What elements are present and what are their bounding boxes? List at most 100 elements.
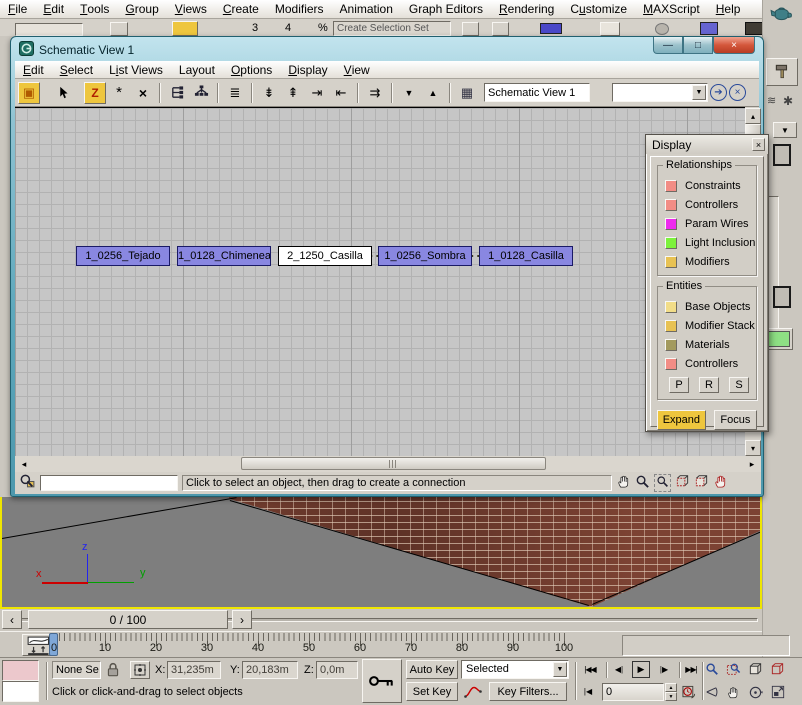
viewport[interactable]: z x y [0, 497, 762, 609]
window-title-bar[interactable]: Schematic View 1 [19, 40, 134, 59]
utilities-tab[interactable] [766, 58, 798, 86]
menu-item-group[interactable]: Group [117, 0, 166, 18]
scroll-up-icon[interactable]: ▴ [745, 108, 761, 124]
hierarchy-mode-button[interactable] [166, 82, 188, 104]
pan-zoom-icon[interactable] [713, 474, 728, 492]
curve-editor-button-stub[interactable] [600, 22, 620, 36]
horizontal-scroll-thumb[interactable] [241, 457, 546, 470]
default-tangent-button[interactable] [461, 682, 485, 701]
toolbar-dropdown-stub[interactable] [15, 23, 83, 36]
material-editor-stub[interactable] [700, 22, 718, 35]
menu-item-edit[interactable]: Edit [35, 0, 72, 18]
minimize-button[interactable]: — [653, 37, 683, 54]
menu-item-customize[interactable]: Customize [562, 0, 635, 18]
frame-spinner[interactable]: ▲ ▼ [665, 683, 677, 701]
maximize-viewport-toggle[interactable] [769, 683, 786, 701]
menu-item-create[interactable]: Create [215, 0, 267, 18]
maxscript-listener-white[interactable] [2, 681, 39, 702]
view-name-input[interactable] [484, 83, 590, 102]
key-filters-button[interactable]: Key Filters... [489, 682, 567, 701]
close-button[interactable]: × [713, 37, 755, 54]
time-slider-next-button[interactable]: › [232, 610, 252, 629]
chevron-down-icon[interactable]: ▼ [692, 85, 706, 100]
schematic-node-2-1250-casilla[interactable]: 2_1250_Casilla [278, 246, 372, 266]
menu-item-graph-editors[interactable]: Graph Editors [401, 0, 491, 18]
color-swatch-green[interactable] [768, 331, 790, 347]
menu-item-file[interactable]: File [0, 0, 35, 18]
angle-snap-icon[interactable]: 4 [285, 22, 291, 34]
scroll-left-icon[interactable]: ◂ [17, 458, 31, 470]
menu-item-views[interactable]: Views [167, 0, 215, 18]
arrange-children-button[interactable]: ⇟ [258, 82, 280, 104]
arc-rotate-button[interactable] [747, 683, 764, 701]
r-button[interactable]: R [699, 377, 719, 393]
horizontal-scrollbar[interactable]: ◂ ▸ [15, 456, 761, 472]
menu-item-animation[interactable]: Animation [332, 0, 401, 18]
menu-item-edit[interactable]: Edit [15, 61, 52, 78]
configure-icon[interactable]: ✱ [783, 94, 793, 108]
zoom-extents-button[interactable] [747, 660, 764, 678]
z-coord-field[interactable]: 0,0m [316, 661, 358, 679]
zoom-button[interactable] [703, 660, 720, 678]
menu-item-tools[interactable]: Tools [72, 0, 117, 18]
toggle-swatch-param-wires[interactable] [665, 218, 677, 230]
y-coord-field[interactable]: 20,183m [242, 661, 298, 679]
snap-toggle-icon[interactable]: 3 [252, 22, 258, 34]
zoom-extents-icon[interactable] [675, 474, 690, 492]
display-floater-button[interactable]: ▣ [18, 82, 40, 104]
toggle-swatch-controllers[interactable] [665, 358, 677, 370]
delete-bookmark-icon[interactable]: × [729, 84, 746, 101]
unlink-button[interactable]: * [108, 82, 130, 104]
absolute-mode-toggle[interactable] [130, 661, 150, 679]
toggle-swatch-base-objects[interactable] [665, 301, 677, 313]
s-button[interactable]: S [729, 377, 749, 393]
menu-item-help[interactable]: Help [708, 0, 749, 18]
display-floater[interactable]: Display × Relationships ConstraintsContr… [645, 134, 769, 432]
field-of-view-button[interactable] [703, 683, 720, 701]
teapot-icon[interactable] [769, 3, 797, 28]
reference-mode-button[interactable] [190, 82, 212, 104]
render-button-stub[interactable] [655, 23, 669, 35]
play-button[interactable]: ▶ [632, 661, 650, 678]
spinner-down-icon[interactable]: ▼ [665, 692, 677, 701]
next-bookmark-icon[interactable]: ➔ [710, 84, 727, 101]
menu-item-modifiers[interactable]: Modifiers [267, 0, 332, 18]
menu-item-options[interactable]: Options [223, 61, 280, 78]
schematic-canvas[interactable]: 1_0256_Tejado1_0128_Chimenea2_1250_Casil… [15, 107, 745, 456]
percent-snap-icon[interactable]: % [318, 22, 328, 34]
move-children-button[interactable]: ⇉ [364, 82, 386, 104]
menu-item-view[interactable]: View [336, 61, 378, 78]
schematic-node-1-0256-sombra[interactable]: 1_0256_Sombra [378, 246, 472, 266]
toggle-swatch-materials[interactable] [665, 339, 677, 351]
schematic-node-1-0128-chimenea[interactable]: 1_0128_Chimenea [177, 246, 271, 266]
toolbar-button-stub[interactable] [110, 22, 128, 36]
mirror-button-stub[interactable] [462, 22, 479, 36]
arrange-selected-button[interactable]: ⇞ [282, 82, 304, 104]
always-arrange-button[interactable]: ≣ [224, 82, 246, 104]
go-to-start-button[interactable]: |◀◀ [578, 661, 602, 678]
free-selected-button[interactable]: ⇤ [330, 82, 352, 104]
zoom-extents-all-button[interactable] [769, 660, 786, 678]
bookmark-dropdown[interactable]: ▼ [612, 83, 708, 102]
p-button[interactable]: P [669, 377, 689, 393]
select-zoom-icon[interactable] [19, 473, 36, 493]
track-bar-ruler[interactable]: 0102030405060708090100 [44, 632, 589, 658]
scroll-down-icon[interactable]: ▾ [745, 440, 761, 456]
connect-button[interactable]: Z [84, 82, 106, 104]
zoom-extents-selected-icon[interactable] [694, 474, 709, 492]
menu-item-display[interactable]: Display [280, 61, 335, 78]
preferences-button[interactable]: ▦ [456, 82, 478, 104]
close-icon[interactable]: × [752, 138, 765, 151]
pan-hand-icon[interactable] [616, 474, 631, 492]
auto-key-button[interactable]: Auto Key [406, 660, 458, 679]
spinner-up-icon[interactable]: ▲ [665, 683, 677, 692]
set-key-button[interactable]: Set Key [406, 682, 458, 701]
time-configuration-button[interactable] [680, 683, 698, 701]
toggle-swatch-controllers[interactable] [665, 199, 677, 211]
maximize-button[interactable]: □ [683, 37, 713, 54]
scroll-right-icon[interactable]: ▸ [745, 458, 759, 470]
select-button[interactable] [52, 82, 74, 104]
set-key-toggle-button[interactable] [362, 659, 402, 703]
current-frame-field[interactable]: 0 [602, 683, 664, 701]
collapse-selected-button[interactable]: ▲ [422, 82, 444, 104]
